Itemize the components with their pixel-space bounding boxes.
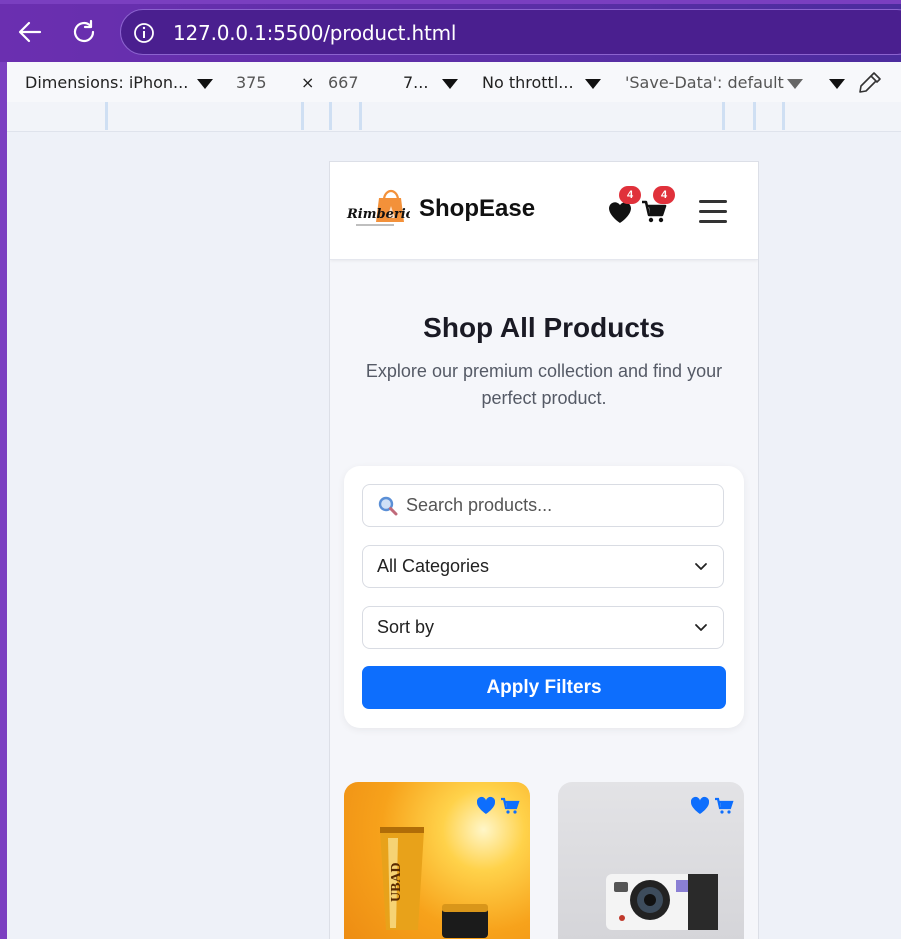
- media-query-ruler: [7, 102, 901, 132]
- site-header: Rimberio ShopEase 4 4: [330, 162, 758, 260]
- category-select[interactable]: All Categories: [362, 545, 724, 588]
- save-data-dropdown-icon[interactable]: [787, 79, 803, 89]
- site-info-icon[interactable]: [133, 22, 155, 44]
- add-to-wishlist-icon[interactable]: [690, 796, 710, 816]
- filter-panel: Search products... All Categories Sort b…: [344, 466, 744, 728]
- search-placeholder: Search products...: [406, 495, 553, 515]
- chevron-down-icon: [695, 563, 707, 570]
- times-sign: ×: [301, 73, 315, 92]
- page-title: Shop All Products: [423, 312, 665, 343]
- cart-count-badge: 4: [653, 186, 675, 204]
- save-data-select[interactable]: 'Save-Data': default: [625, 73, 784, 92]
- sort-select[interactable]: Sort by: [362, 606, 724, 649]
- back-arrow-icon: [18, 21, 42, 43]
- logo-text: Rimberio: [346, 207, 410, 222]
- reload-icon: [73, 19, 95, 43]
- zoom-select[interactable]: 7...: [403, 73, 428, 92]
- device-viewport: Rimberio ShopEase 4 4 Shop All Products …: [329, 161, 759, 939]
- search-icon: [378, 496, 398, 516]
- tab-strip: [0, 0, 901, 4]
- zoom-dropdown-icon[interactable]: [442, 79, 458, 89]
- window-edge: [0, 62, 7, 939]
- sort-selected-value: Sort by: [377, 617, 435, 637]
- reload-button[interactable]: [66, 14, 102, 50]
- throttle-dropdown-icon[interactable]: [585, 79, 601, 89]
- browser-toolbar: 127.0.0.1:5500/product.html: [0, 0, 901, 62]
- dimensions-dropdown-icon[interactable]: [197, 79, 213, 89]
- product-card[interactable]: UBAD: [344, 782, 530, 939]
- add-to-wishlist-icon[interactable]: [476, 796, 496, 816]
- chevron-down-icon: [695, 624, 707, 631]
- apply-filters-button[interactable]: Apply Filters: [362, 666, 726, 709]
- add-to-cart-icon[interactable]: [714, 796, 734, 816]
- device-toolbar: Dimensions: iPhon... 375 × 667 7... No t…: [7, 62, 901, 103]
- wishlist-count-badge: 4: [619, 186, 641, 204]
- page-subtitle: Explore our premium collection and find …: [365, 361, 723, 408]
- url-text[interactable]: 127.0.0.1:5500/product.html: [173, 21, 456, 45]
- brand-name[interactable]: ShopEase: [419, 195, 535, 223]
- width-input[interactable]: 375: [236, 73, 267, 92]
- product-card[interactable]: [558, 782, 744, 939]
- address-bar[interactable]: 127.0.0.1:5500/product.html: [120, 9, 901, 55]
- back-button[interactable]: [12, 14, 48, 50]
- dimensions-select[interactable]: Dimensions: iPhon...: [25, 73, 188, 92]
- card-actions: [476, 796, 520, 816]
- eyedropper-icon[interactable]: [857, 70, 883, 96]
- rimberio-logo[interactable]: Rimberio: [346, 188, 410, 232]
- height-input[interactable]: 667: [328, 73, 359, 92]
- category-selected-value: All Categories: [377, 556, 490, 576]
- more-options-icon[interactable]: [829, 79, 845, 89]
- card-actions: [690, 796, 734, 816]
- throttle-select[interactable]: No throttl...: [482, 73, 574, 92]
- search-input[interactable]: Search products...: [362, 484, 724, 527]
- product-label-text: UBAD: [389, 862, 404, 902]
- add-to-cart-icon[interactable]: [500, 796, 520, 816]
- hamburger-menu-icon[interactable]: [699, 200, 727, 223]
